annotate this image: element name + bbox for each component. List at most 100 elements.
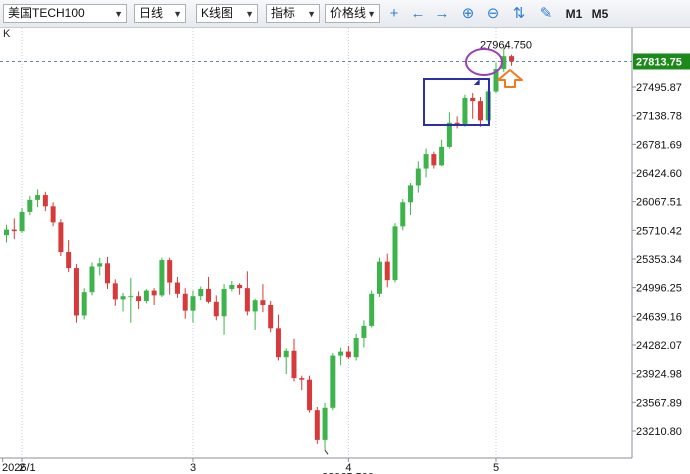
candle[interactable] — [19, 211, 25, 232]
candle[interactable] — [120, 296, 126, 300]
candle[interactable] — [81, 292, 87, 316]
candle[interactable] — [314, 410, 320, 440]
candle[interactable] — [275, 328, 281, 358]
symbol-select[interactable]: 美国TECH100 ▼ — [3, 4, 127, 23]
candle[interactable] — [190, 296, 196, 311]
zoom-out-icon[interactable]: ⊖ — [482, 3, 504, 25]
candle[interactable] — [260, 300, 266, 306]
candle[interactable] — [361, 325, 367, 338]
zoom-in-icon[interactable]: ⊕ — [457, 3, 479, 25]
period-select[interactable]: 日线 ▼ — [134, 4, 186, 23]
candle[interactable] — [4, 229, 9, 236]
candle[interactable] — [392, 226, 398, 281]
date-label: 3 — [190, 462, 196, 474]
candle[interactable] — [299, 378, 305, 380]
chevron-down-icon: ▼ — [173, 9, 182, 19]
m5-button[interactable]: M5 — [587, 3, 613, 25]
candle[interactable] — [338, 351, 344, 356]
crosshair-icon[interactable]: + — [383, 3, 405, 25]
candle[interactable] — [167, 260, 173, 283]
price-tick-label: 23924.98 — [636, 369, 682, 381]
candle[interactable] — [470, 97, 476, 102]
candle[interactable] — [345, 351, 351, 358]
candle[interactable] — [509, 56, 515, 62]
price-tick-label: 25710.42 — [636, 225, 682, 237]
candle[interactable] — [11, 229, 17, 232]
pencil-icon[interactable]: ✎ — [535, 3, 557, 25]
price-tick-label: 24639.16 — [636, 311, 682, 323]
chevron-down-icon: ▼ — [114, 9, 123, 19]
candle[interactable] — [376, 261, 382, 294]
candle[interactable] — [446, 122, 452, 147]
chevron-down-icon: ▼ — [367, 9, 376, 19]
candle[interactable] — [415, 168, 421, 186]
candle[interactable] — [477, 101, 483, 121]
price-tick-label: 26424.60 — [636, 168, 682, 180]
candle[interactable] — [229, 284, 235, 289]
price-tick-label: 27138.78 — [636, 111, 682, 123]
candle[interactable] — [353, 337, 359, 358]
candle[interactable] — [206, 288, 212, 302]
candle[interactable] — [73, 268, 79, 316]
date-label: 2 — [19, 462, 25, 474]
candle[interactable] — [283, 350, 289, 358]
candle[interactable] — [237, 284, 243, 289]
candle[interactable] — [291, 350, 297, 379]
chart-type-select[interactable]: K线图 ▼ — [196, 4, 258, 23]
candle[interactable] — [252, 300, 258, 312]
candle[interactable] — [439, 146, 445, 166]
low-marker — [324, 450, 329, 455]
date-label: 5 — [493, 462, 499, 474]
candle[interactable] — [89, 266, 95, 293]
candle[interactable] — [182, 293, 188, 311]
candlestick-chart[interactable]: 27495.87 27138.78 26781.69 26424.60 26067.51… — [0, 28, 690, 474]
candle[interactable] — [322, 407, 328, 440]
candle[interactable] — [408, 185, 414, 203]
annotation-circle — [465, 48, 503, 76]
price-tick-label: 24282.07 — [636, 340, 682, 352]
candle[interactable] — [136, 296, 142, 302]
candle[interactable] — [174, 282, 180, 294]
back-arrow-icon[interactable]: ← — [407, 3, 429, 25]
price-line-select[interactable]: 价格线 ▼ — [325, 4, 380, 23]
candle[interactable] — [42, 195, 48, 207]
candle[interactable] — [384, 261, 390, 281]
chart-toolbar: 美国TECH100 ▼ 日线 ▼ K线图 ▼ 指标 ▼ 价格线 ▼ + ← → ⊕ ⊖ ⇅ ✎ M1 … — [0, 0, 690, 28]
candle[interactable] — [143, 290, 149, 302]
candle[interactable] — [244, 288, 250, 312]
candle[interactable] — [431, 154, 437, 166]
indicators-select[interactable]: 指标 ▼ — [266, 4, 320, 23]
candle[interactable] — [151, 290, 157, 296]
price-line-label: 价格线 — [330, 6, 367, 20]
candle[interactable] — [369, 293, 375, 326]
candle[interactable] — [128, 296, 134, 298]
m1-button[interactable]: M1 — [561, 3, 587, 25]
candle[interactable] — [221, 288, 227, 317]
candle[interactable] — [268, 305, 274, 329]
forward-arrow-icon[interactable]: → — [431, 3, 453, 25]
candle[interactable] — [423, 154, 429, 169]
candle[interactable] — [27, 199, 33, 212]
candle[interactable] — [58, 222, 64, 253]
candle[interactable] — [50, 206, 56, 223]
candle[interactable] — [213, 301, 219, 317]
chart-type-label: K线图 — [201, 6, 234, 20]
candle[interactable] — [330, 355, 336, 408]
indicators-label: 指标 — [271, 6, 296, 20]
candle[interactable] — [307, 379, 313, 411]
chevron-down-icon: ▼ — [307, 9, 316, 19]
candle[interactable] — [198, 288, 204, 297]
price-tick-label: 27495.87 — [636, 82, 682, 94]
candle[interactable] — [35, 195, 41, 200]
candle[interactable] — [400, 202, 406, 227]
candle[interactable] — [105, 263, 111, 284]
price-tick-label: 26781.69 — [636, 139, 682, 151]
chevron-down-icon: ▼ — [245, 9, 254, 19]
candle[interactable] — [462, 97, 468, 126]
candle[interactable] — [112, 283, 118, 300]
up-arrow-annotation — [497, 69, 523, 88]
candle[interactable] — [66, 252, 72, 269]
candle[interactable] — [159, 260, 165, 296]
candle[interactable] — [97, 263, 103, 267]
axis-scale-icon[interactable]: ⇅ — [508, 3, 530, 25]
